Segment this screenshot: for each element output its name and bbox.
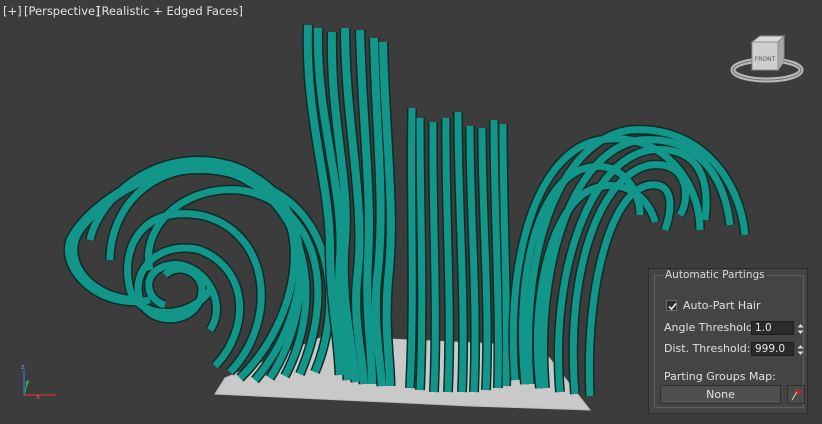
angle-threshold-input[interactable]: 1.0	[751, 321, 794, 335]
checkmark-icon	[668, 302, 677, 311]
spinner-arrows-icon	[797, 345, 804, 355]
dist-threshold-spinner[interactable]	[796, 342, 805, 356]
red-flag-icon	[791, 389, 802, 401]
automatic-partings-group: Automatic Partings Auto-Part Hair Angle …	[654, 269, 805, 408]
viewcube-right-face[interactable]	[777, 34, 785, 72]
auto-part-hair-checkbox[interactable]	[666, 300, 677, 311]
dist-threshold-input[interactable]: 999.0	[751, 342, 794, 356]
dist-threshold-label: Dist. Threshold:	[664, 342, 751, 355]
viewport-point-of-view-menu[interactable]: [Perspective]	[24, 4, 100, 18]
angle-threshold-spinner[interactable]	[796, 321, 805, 335]
parting-groups-map-label: Parting Groups Map:	[664, 370, 776, 383]
viewport-shading-menu[interactable]: [Realistic + Edged Faces]	[97, 4, 243, 18]
angle-threshold-label: Angle Threshold:	[664, 321, 757, 334]
axis-tripod: x y z	[21, 363, 56, 401]
axis-x-label: x	[36, 393, 40, 401]
viewcube[interactable]: FRONT	[730, 34, 804, 83]
spinner-arrows-icon	[797, 324, 804, 334]
hair-strands	[63, 24, 750, 397]
pick-map-button[interactable]	[787, 385, 805, 404]
viewport-general-menu[interactable]: [+]	[3, 4, 22, 18]
group-title: Automatic Partings	[663, 269, 767, 281]
axis-y-label: y	[25, 379, 29, 387]
automatic-partings-panel: Automatic Partings Auto-Part Hair Angle …	[648, 268, 808, 414]
axis-z-label: z	[21, 363, 25, 371]
parting-groups-map-button[interactable]: None	[660, 385, 781, 404]
auto-part-hair-label[interactable]: Auto-Part Hair	[683, 299, 761, 312]
viewcube-front-label: FRONT	[755, 56, 776, 63]
